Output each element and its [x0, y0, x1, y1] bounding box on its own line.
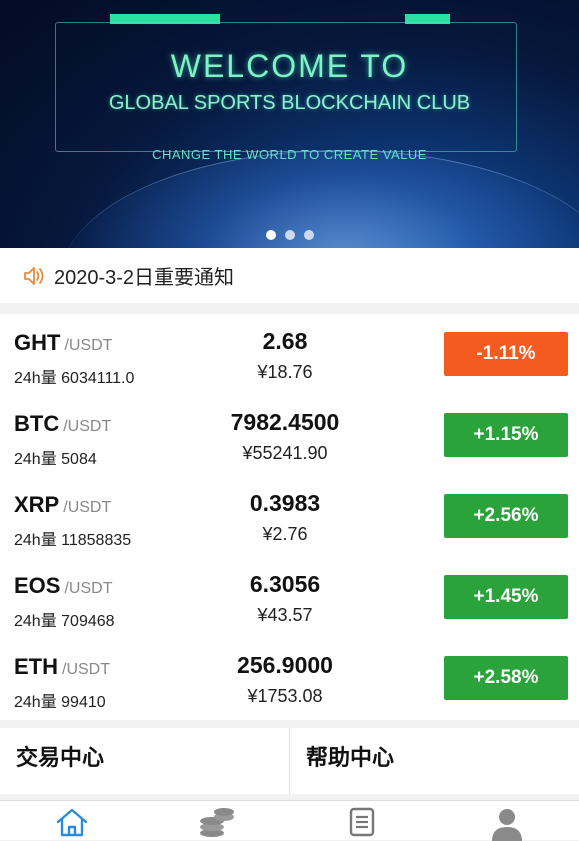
quote-pair: /USDT	[62, 661, 110, 678]
bottom-tab-bar	[0, 800, 579, 841]
volume-24h: 24h量 5084	[14, 451, 97, 468]
last-price: 0.3983	[249, 490, 321, 516]
coin-symbol: EOS	[14, 573, 61, 598]
home-icon	[57, 808, 88, 837]
change-badge: -1.11%	[444, 332, 568, 376]
tab-assets[interactable]	[145, 801, 290, 840]
market-row[interactable]: EOS/USDT 24h量 709468 6.3056 ¥43.57 +1.45…	[0, 557, 579, 638]
cny-price: ¥2.76	[262, 524, 308, 544]
market-row[interactable]: XRP/USDT 24h量 11858835 0.3983 ¥2.76 +2.5…	[0, 476, 579, 557]
trade-center-card[interactable]: 交易中心	[0, 728, 289, 794]
tab-orders[interactable]	[290, 801, 435, 840]
carousel-dot[interactable]	[284, 230, 295, 240]
tab-profile[interactable]	[434, 801, 579, 841]
volume-24h: 24h量 6034111.0	[14, 370, 135, 387]
change-badge: +1.45%	[444, 575, 568, 619]
banner-frame	[55, 22, 517, 152]
notice-text: 2020-3-2日重要通知	[54, 267, 235, 289]
volume-24h: 24h量 11858835	[14, 532, 132, 549]
market-row[interactable]: ETH/USDT 24h量 99410 256.9000 ¥1753.08 +2…	[0, 638, 579, 719]
tab-home[interactable]	[0, 801, 145, 840]
banner-slogan: CHANGE THE WORLD TO CREATE VALUE	[152, 147, 427, 162]
coin-symbol: GHT	[14, 330, 61, 355]
document-icon	[349, 807, 375, 837]
banner-title: WELCOME TO	[170, 48, 409, 84]
quote-pair: /USDT	[64, 580, 113, 597]
carousel-dot[interactable]	[265, 230, 276, 240]
volume-24h: 24h量 99410	[14, 694, 106, 711]
notice-bar[interactable]: 2020-3-2日重要通知	[0, 248, 579, 303]
coin-symbol: BTC	[14, 411, 60, 436]
last-price: 6.3056	[249, 571, 321, 597]
quote-pair: /USDT	[63, 418, 112, 435]
help-center-card[interactable]: 帮助中心	[289, 728, 579, 794]
cny-price: ¥43.57	[257, 605, 313, 625]
market-row[interactable]: GHT/USDT 24h量 6034111.0 2.68 ¥18.76 -1.1…	[0, 314, 579, 395]
coin-symbol: ETH	[14, 654, 58, 679]
change-badge: +2.58%	[444, 656, 568, 700]
coin-symbol: XRP	[14, 492, 60, 517]
quote-pair: /USDT	[63, 499, 112, 516]
quote-pair: /USDT	[64, 337, 113, 354]
carousel-indicator	[0, 230, 579, 240]
last-price: 2.68	[262, 328, 308, 354]
quick-entry-cards: 交易中心 帮助中心	[0, 728, 579, 794]
carousel-dot[interactable]	[303, 230, 314, 240]
last-price: 7982.4500	[230, 409, 340, 435]
change-badge: +2.56%	[444, 494, 568, 538]
last-price: 256.9000	[237, 652, 333, 678]
cny-price: ¥18.76	[257, 362, 313, 382]
cny-price: ¥55241.90	[242, 443, 328, 463]
coins-icon	[200, 808, 235, 837]
change-badge: +1.15%	[444, 413, 568, 457]
speaker-icon	[24, 266, 44, 285]
cny-price: ¥1753.08	[247, 686, 323, 706]
market-list: GHT/USDT 24h量 6034111.0 2.68 ¥18.76 -1.1…	[0, 314, 579, 720]
market-row[interactable]: BTC/USDT 24h量 5084 7982.4500 ¥55241.90 +…	[0, 395, 579, 476]
user-icon	[491, 809, 522, 841]
banner-subtitle: GLOBAL SPORTS BLOCKCHAIN CLUB	[108, 92, 471, 114]
volume-24h: 24h量 709468	[14, 613, 115, 630]
promo-banner[interactable]: WELCOME TO GLOBAL SPORTS BLOCKCHAIN CLUB…	[0, 0, 579, 248]
